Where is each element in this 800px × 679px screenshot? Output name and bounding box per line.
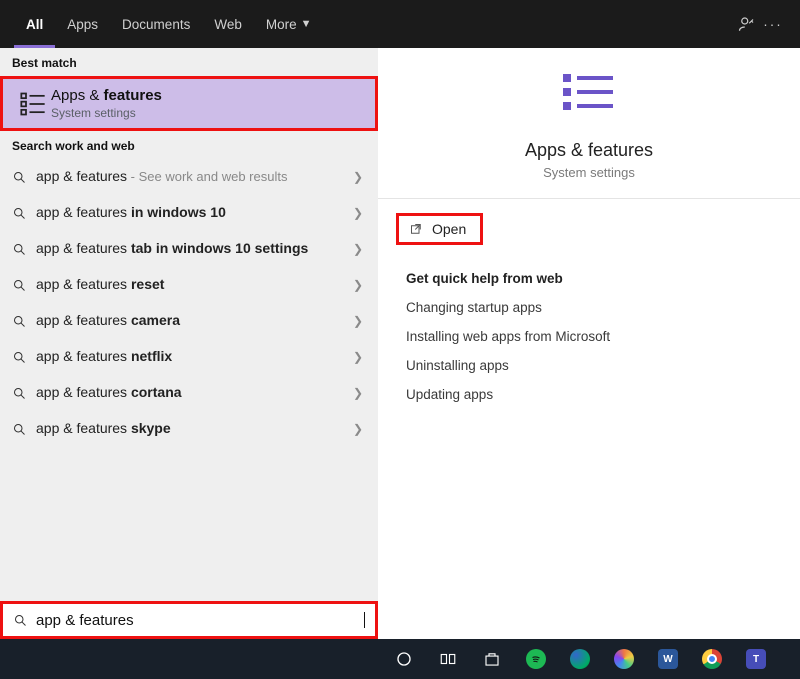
searchbox-container <box>0 601 378 639</box>
best-match-item[interactable]: Apps & features System settings <box>0 76 378 131</box>
search-result-item[interactable]: app & features reset❯ <box>0 267 378 303</box>
search-icon <box>12 242 36 257</box>
result-text: app & features tab in windows 10 setting… <box>36 240 348 258</box>
search-web-header: Search work and web <box>0 131 378 159</box>
best-match-header: Best match <box>0 48 378 76</box>
result-text: app & features skype <box>36 420 348 438</box>
chevron-right-icon[interactable]: ❯ <box>348 422 368 436</box>
details-panel: Apps & features System settings Open Get… <box>378 48 800 639</box>
search-input-container[interactable] <box>0 601 378 639</box>
chevron-down-icon: ▼ <box>301 18 312 30</box>
tab-label: More <box>266 17 297 32</box>
results-panel: Best match Apps & features System settin… <box>0 48 378 639</box>
result-text: app & features in windows 10 <box>36 204 348 222</box>
open-icon <box>409 222 424 237</box>
quick-help-title: Get quick help from web <box>406 271 772 286</box>
chevron-right-icon[interactable]: ❯ <box>348 278 368 292</box>
taskbar: W T <box>0 639 800 679</box>
search-icon <box>12 170 36 185</box>
tab-label: All <box>26 17 43 32</box>
taskbar-teams-icon[interactable]: T <box>734 639 778 679</box>
details-title: Apps & features <box>525 140 653 161</box>
chevron-right-icon[interactable]: ❯ <box>348 206 368 220</box>
text-caret <box>364 612 365 628</box>
search-result-item[interactable]: app & features in windows 10❯ <box>0 195 378 231</box>
search-icon <box>12 386 36 401</box>
tab-all[interactable]: All <box>14 0 55 48</box>
tab-label: Documents <box>122 17 190 32</box>
search-result-item[interactable]: app & features camera❯ <box>0 303 378 339</box>
search-icon <box>12 422 36 437</box>
search-icon <box>12 206 36 221</box>
open-label: Open <box>432 221 466 237</box>
taskbar-spotify-icon[interactable] <box>514 639 558 679</box>
help-link[interactable]: Uninstalling apps <box>406 358 772 373</box>
search-result-item[interactable]: app & features tab in windows 10 setting… <box>0 231 378 267</box>
taskbar-store-icon[interactable] <box>470 639 514 679</box>
chevron-right-icon[interactable]: ❯ <box>348 386 368 400</box>
taskbar-taskview-icon[interactable] <box>426 639 470 679</box>
tab-documents[interactable]: Documents <box>110 0 202 48</box>
tab-web[interactable]: Web <box>202 0 254 48</box>
search-icon <box>12 314 36 329</box>
chevron-right-icon[interactable]: ❯ <box>348 242 368 256</box>
result-text: app & features netflix <box>36 348 348 366</box>
apps-features-large-icon <box>557 70 621 126</box>
taskbar-cortana-icon[interactable] <box>382 639 426 679</box>
search-input[interactable] <box>36 612 364 629</box>
chevron-right-icon[interactable]: ❯ <box>348 170 368 184</box>
result-text: app & features - See work and web result… <box>36 168 348 186</box>
tab-more[interactable]: More ▼ <box>254 0 324 48</box>
best-match-title: Apps & features <box>51 87 162 104</box>
details-subtitle: System settings <box>543 165 635 180</box>
tab-apps[interactable]: Apps <box>55 0 110 48</box>
search-result-item[interactable]: app & features netflix❯ <box>0 339 378 375</box>
tab-label: Apps <box>67 17 98 32</box>
quick-help-block: Get quick help from web Changing startup… <box>378 245 800 416</box>
chevron-right-icon[interactable]: ❯ <box>348 350 368 364</box>
result-text: app & features reset <box>36 276 348 294</box>
taskbar-chrome-icon[interactable] <box>690 639 734 679</box>
result-text: app & features cortana <box>36 384 348 402</box>
result-text: app & features camera <box>36 312 348 330</box>
help-link[interactable]: Installing web apps from Microsoft <box>406 329 772 344</box>
search-icon <box>13 613 28 628</box>
feedback-icon[interactable] <box>734 15 760 33</box>
taskbar-paint-icon[interactable] <box>602 639 646 679</box>
apps-features-icon <box>15 90 51 118</box>
best-match-subtitle: System settings <box>51 106 162 120</box>
chevron-right-icon[interactable]: ❯ <box>348 314 368 328</box>
search-icon <box>12 278 36 293</box>
search-result-item[interactable]: app & features cortana❯ <box>0 375 378 411</box>
taskbar-edge-icon[interactable] <box>558 639 602 679</box>
search-result-item[interactable]: app & features - See work and web result… <box>0 159 378 195</box>
taskbar-word-icon[interactable]: W <box>646 639 690 679</box>
open-button[interactable]: Open <box>396 213 483 245</box>
search-tab-bar: All Apps Documents Web More ▼ ··· <box>0 0 800 48</box>
details-hero: Apps & features System settings <box>378 48 800 199</box>
help-link[interactable]: Updating apps <box>406 387 772 402</box>
more-options-icon[interactable]: ··· <box>760 17 786 32</box>
search-result-item[interactable]: app & features skype❯ <box>0 411 378 447</box>
tab-label: Web <box>214 17 242 32</box>
search-icon <box>12 350 36 365</box>
help-link[interactable]: Changing startup apps <box>406 300 772 315</box>
